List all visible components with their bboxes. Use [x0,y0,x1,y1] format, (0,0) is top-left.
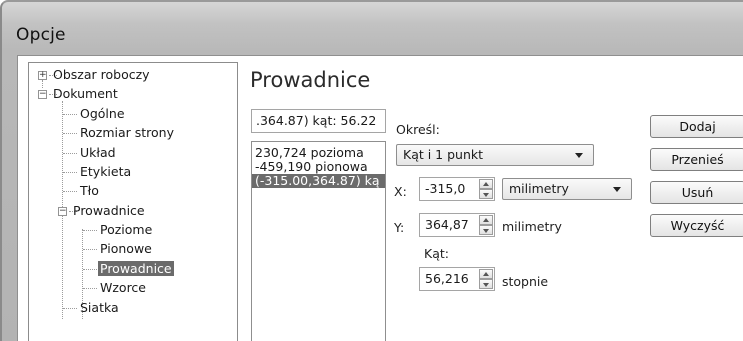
tree-item-label: Wzorce [100,280,146,295]
tree-item-label: Układ [80,145,116,160]
spin-up-icon[interactable] [479,269,493,279]
move-button[interactable]: Przenieś [650,148,743,171]
y-spinbox[interactable]: 364,87 [419,213,495,237]
angle-spinbox[interactable]: 56,216 [419,267,495,291]
spin-up-icon[interactable] [479,179,493,189]
expand-icon[interactable]: + [38,71,47,80]
y-value: 364,87 [425,217,469,232]
dialog-client-area: + − − Obszar roboczy Dokument Ogólne Roz… [17,55,743,341]
tree-line [42,80,43,88]
tree-item-prowadnice-selected[interactable]: Prowadnice [98,261,174,277]
tree-line [63,153,77,154]
y-label: Y: [394,220,405,235]
tree-item-wzorce[interactable]: Wzorce [98,280,148,296]
tree-item-label: Ogólne [80,106,125,121]
add-button[interactable]: Dodaj [650,115,743,138]
tree-item-dokument[interactable]: Dokument [51,86,120,102]
spin-down-icon[interactable] [479,225,493,235]
tree-item-tlo[interactable]: Tło [78,183,101,199]
tree-item-ogolne[interactable]: Ogólne [78,106,127,122]
tree-item-label: Etykieta [80,164,132,179]
spin-up-icon[interactable] [479,215,493,225]
tree-item-pionowe[interactable]: Pionowe [98,241,154,257]
specify-label: Określ: [396,122,440,137]
tree-item-label: Dokument [53,86,118,101]
spin-down-icon[interactable] [479,189,493,199]
clear-button[interactable]: Wyczyść [650,214,743,237]
y-unit-label: milimetry [502,219,562,234]
spin-down-icon[interactable] [479,279,493,289]
tree-item-label: Tło [80,183,99,198]
tree-line [63,172,77,173]
tree-item-etykieta[interactable]: Etykieta [78,164,133,180]
x-value: -315,0 [425,181,466,196]
collapse-icon[interactable]: − [58,207,67,216]
tree-item-label: Obszar roboczy [53,67,150,82]
tree-item-label: Siatka [80,300,119,315]
guides-list[interactable]: 230,724 pozioma -459,190 pionowa (-315.0… [251,141,386,341]
x-unit-value: milimetry [509,181,569,196]
list-item[interactable]: -459,190 pionowa [252,160,385,174]
page-title: Prowadnice [250,68,371,92]
collapse-icon[interactable]: − [38,90,47,99]
delete-button[interactable]: Usuń [650,181,743,204]
list-item-selected[interactable]: (-315.00,364.87) ką [252,174,385,188]
tree-line [63,308,77,309]
tree-line [83,269,97,270]
tree-line [83,288,97,289]
chevron-down-icon [575,153,583,158]
tree-item-rozmiar-strony[interactable]: Rozmiar strony [78,125,176,141]
tree-item-prowadnice[interactable]: Prowadnice [71,203,147,219]
x-spinner[interactable] [479,179,493,199]
window-title: Opcje [16,25,66,45]
tree-item-obszar-roboczy[interactable]: Obszar roboczy [51,67,152,83]
x-unit-dropdown[interactable]: milimetry [502,178,632,200]
angle-label: Kąt: [424,246,449,261]
tree-item-uklad[interactable]: Układ [78,145,118,161]
angle-spinner[interactable] [479,269,493,289]
tree-line [63,191,77,192]
tree-item-label: Rozmiar strony [80,125,175,140]
tree-item-label: Pionowe [100,241,152,256]
tree-item-poziome[interactable]: Poziome [98,222,154,238]
x-spinbox[interactable]: -315,0 [419,177,495,201]
tree-item-label: Prowadnice [98,261,174,276]
tree-line [63,133,77,134]
chevron-down-icon [613,187,621,192]
angle-value: 56,216 [425,271,469,286]
tree-item-label: Poziome [100,222,153,237]
tree-item-label: Prowadnice [73,203,145,218]
x-label: X: [394,184,407,199]
specify-dropdown[interactable]: Kąt i 1 punkt [396,144,594,166]
angle-unit-label: stopnie [502,274,549,289]
y-spinner[interactable] [479,215,493,235]
tree-line [83,249,97,250]
list-item[interactable]: 230,724 pozioma [252,146,385,160]
tree-item-siatka[interactable]: Siatka [78,300,121,316]
guide-input[interactable]: .364.87) kąt: 56.22 [251,109,386,133]
specify-dropdown-value: Kąt i 1 punkt [403,147,484,162]
tree-line [83,230,97,231]
options-tree[interactable]: + − − Obszar roboczy Dokument Ogólne Roz… [28,62,238,341]
tree-line [63,114,77,115]
